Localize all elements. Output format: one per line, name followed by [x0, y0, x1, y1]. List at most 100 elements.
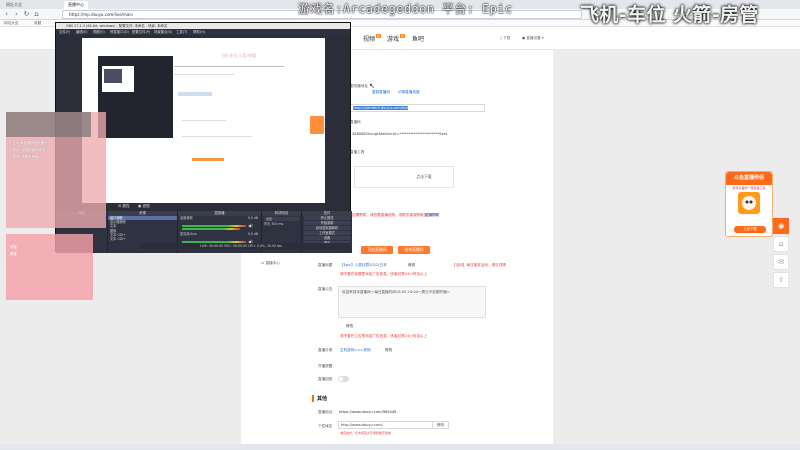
- nested-line: [174, 74, 234, 75]
- promo-card[interactable]: 斗鱼直播伴侣 新手必备的一键直播工具 立即下载: [725, 171, 773, 237]
- server-address-input[interactable]: rtmp://sendtc3.douyu.com/live: [350, 104, 485, 112]
- category-label: 直播分类: [318, 348, 333, 352]
- announcement-label: 直播公告: [318, 287, 333, 291]
- obs-menu-help[interactable]: 帮助(H): [193, 29, 205, 35]
- obs-menubar: 文件(F) 编辑(E) 视图(V) 停靠窗口(D) 配置文件(P) 场景集合(S…: [56, 29, 350, 35]
- overlay-panel-header: [6, 112, 91, 137]
- obs-menu-scene-collection[interactable]: 场景集合(S): [154, 29, 172, 35]
- obs-filters-button[interactable]: ▣ 滤镜: [138, 204, 150, 209]
- obs-menu-view[interactable]: 视图(V): [93, 29, 105, 35]
- title-edit-link[interactable]: 修改: [408, 263, 415, 268]
- chevron-down-icon: ▾: [541, 36, 544, 40]
- title-warning: 请不要在标题里添加广告信息，违者封禁24小时及以上: [340, 272, 428, 276]
- sidebar-item-live-center[interactable]: ▭ 直播中心: [261, 261, 280, 266]
- hot-badge: 热: [400, 34, 406, 38]
- copy-server-link[interactable]: 复制直播码: [372, 90, 390, 95]
- nested-line: [182, 136, 252, 137]
- short-domain-label: 个性域名: [318, 424, 333, 428]
- back-icon[interactable]: ‹: [2, 10, 11, 19]
- help-link[interactable]: 直播说明: [425, 213, 439, 218]
- nested-button: [192, 158, 224, 161]
- tool-download-button[interactable]: 点击下载: [354, 166, 454, 188]
- obs-settings-button[interactable]: 设置: [304, 236, 350, 240]
- title-value: 【Epic】人类社群2022(日本: [340, 263, 387, 267]
- overlay-game-title: 游戏名:Arcadegeddon 平台: Epic: [298, 2, 513, 16]
- nav-video[interactable]: 视频热: [363, 34, 382, 43]
- obs-properties-button[interactable]: ⚙ 属性: [118, 204, 130, 209]
- download-link[interactable]: ▯ 下载: [500, 36, 510, 41]
- category-value[interactable]: 主机游戏>>>其他: [340, 348, 371, 353]
- obs-virtual-camera-button[interactable]: 启动虚拟摄像机: [304, 226, 350, 230]
- home-icon[interactable]: ⌂: [773, 236, 789, 252]
- speaker-icon[interactable]: ◀): [248, 223, 253, 228]
- obs-desktop-meter: [182, 228, 240, 230]
- obs-stop-streaming-button[interactable]: 停止推流: [304, 216, 350, 220]
- switch-line-link[interactable]: 切换直播线路: [398, 90, 420, 95]
- overlay-panel-bottom: 房管 房管: [6, 234, 93, 300]
- hot-badge: 热: [376, 34, 382, 38]
- stream-code-input[interactable]: 3860882hougtAfwSecret=******************…: [350, 131, 485, 139]
- short-domain-input[interactable]: http://www.douyu.com/: [338, 421, 442, 429]
- short-domain-warning: 域名格式：仅支持英文字母和数字组成: [340, 431, 392, 435]
- browser-tab-home[interactable]: 网址大全: [2, 1, 26, 9]
- nested-promo-card: [310, 116, 324, 134]
- gift-icon[interactable]: ✉: [773, 254, 789, 270]
- promo-subtitle: 新手必备的一键直播工具: [732, 186, 766, 190]
- obs-menu-docks[interactable]: 停靠窗口(D): [110, 29, 129, 35]
- obs-menu-file[interactable]: 文件(F): [59, 29, 70, 35]
- promo-download-button[interactable]: 立即下载: [734, 226, 766, 233]
- replay-label: 直播回放: [318, 377, 333, 381]
- tv-icon: ▭: [261, 261, 265, 265]
- record-icon[interactable]: ◉: [773, 218, 789, 234]
- obs-status-bar: LIVE: 00:00:00 REC: 00:00:00 CPU: 0.4%, …: [140, 243, 350, 249]
- nested-preview-inner: [104, 69, 122, 83]
- avatar: ●: [522, 36, 526, 40]
- server-label: 服务器地址: [350, 84, 368, 88]
- obs-start-recording-button[interactable]: 开始录制: [304, 221, 350, 225]
- overlay-roles-text: 飞机-车位 火箭-房管: [580, 4, 759, 26]
- nested-line: [174, 66, 284, 67]
- obs-menu-profile[interactable]: 配置文件(P): [132, 29, 150, 35]
- tool-label: 直播工具: [350, 150, 365, 154]
- bookmark-item[interactable]: 网址大全: [4, 21, 18, 26]
- category-edit-link[interactable]: 修改: [385, 348, 392, 353]
- obs-preview[interactable]: 飞机-车位 火箭-房管: [82, 38, 325, 203]
- room-address-label: 直播地址: [318, 410, 333, 414]
- forward-icon[interactable]: ›: [12, 10, 21, 19]
- phone-icon: ▯: [500, 36, 502, 40]
- nested-line: [178, 92, 212, 96]
- browser-status-bar: [0, 444, 800, 450]
- user-menu[interactable]: ● 直播设置 ▾: [522, 36, 544, 41]
- overlay-panel-text: 房管 房管: [10, 245, 17, 256]
- title-activity-note: 【活动】每日抽奖活动，请见详情: [452, 263, 506, 267]
- other-section-title: 其他: [312, 395, 327, 402]
- nav-fishbar[interactable]: 鱼吧: [412, 34, 424, 43]
- obs-menu-tools[interactable]: 工具(T): [176, 29, 188, 35]
- browser-tab-live[interactable]: 直播中心: [64, 1, 88, 9]
- remind-label: 开播提醒: [318, 364, 333, 368]
- obs-source-item[interactable]: 文本 GDI+: [108, 237, 177, 241]
- open-room-button[interactable]: 开启直播间: [361, 246, 393, 254]
- obs-duration-row[interactable]: 时长 300 ms: [262, 222, 301, 226]
- end-room-button[interactable]: 结束直播间: [398, 246, 430, 254]
- obs-menu-edit[interactable]: 编辑(E): [76, 29, 88, 35]
- obs-mixer-mic-label: 麦克风/Aux 0.0 dB: [180, 232, 258, 237]
- mouse-cursor-icon: ↖: [369, 82, 375, 90]
- home-icon[interactable]: ⌂: [32, 10, 41, 19]
- filter-icon: ▣: [138, 204, 142, 208]
- refresh-icon[interactable]: ↻: [22, 10, 31, 19]
- obs-studio-mode-button[interactable]: 工作室模式: [304, 231, 350, 235]
- gear-icon: ⚙: [118, 204, 122, 208]
- overlay-panel-text: 1)注1: 本直播间仅供娱乐 1)提问: 出现房管请提问 1)提问: 请联系房管: [9, 141, 48, 159]
- short-domain-button[interactable]: 修改: [432, 421, 449, 429]
- obs-transition-select[interactable]: 淡出: [264, 217, 299, 222]
- promo-title: 斗鱼直播伴侣: [726, 172, 772, 185]
- announcement-edit-link[interactable]: 修改: [346, 324, 353, 329]
- replay-toggle[interactable]: [338, 376, 349, 382]
- upload-icon[interactable]: ⇧: [773, 272, 789, 288]
- obs-transitions-title: 转场特效: [262, 211, 301, 216]
- bookmark-item[interactable]: 收藏: [34, 21, 41, 26]
- announcement-warning: 请不要在公告里添加广告信息，违者封禁24小时及以上: [340, 334, 428, 338]
- announcement-textarea[interactable]: 欢迎来到本直播间～每日直播时间18:00-24:00～周日不定期开播～: [338, 286, 486, 318]
- nav-game[interactable]: 游戏热: [387, 34, 406, 43]
